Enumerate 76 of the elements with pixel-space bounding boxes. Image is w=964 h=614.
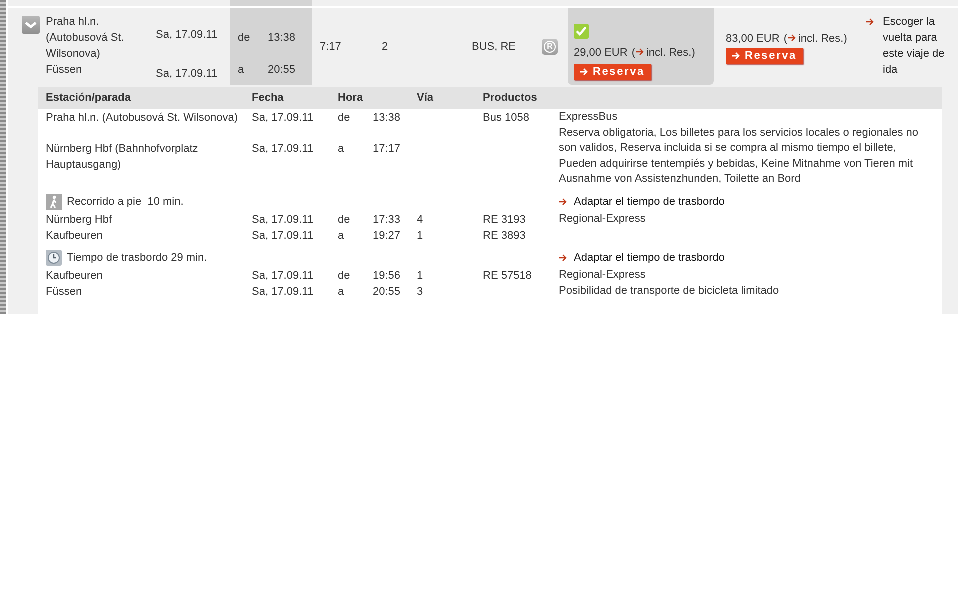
products-text: BUS, RE: [472, 40, 518, 54]
track-number: 3: [417, 284, 424, 300]
station-name: Kaufbeuren: [46, 268, 104, 284]
date-text: Sa, 17.09.11: [252, 268, 315, 284]
time-text: 20:55: [373, 284, 402, 300]
duration-text: 7:17: [319, 40, 342, 54]
station-name: Nürnberg Hbf (Bahnhofvorplatz Hauptausgang): [46, 142, 200, 173]
station-name: Kaufbeuren: [46, 228, 104, 244]
product-note: ExpressBus: [559, 110, 619, 125]
arrow-icon: [559, 198, 568, 206]
direction-text: a: [338, 142, 346, 157]
product-note: Regional-Express: [559, 268, 647, 283]
walking-person-icon: [46, 194, 62, 210]
collapse-toggle[interactable]: [22, 16, 40, 34]
return-trip-link[interactable]: Escoger la vuelta para este viaje de ida: [883, 14, 950, 78]
column-header: Vía: [417, 92, 435, 104]
station-name: Nürnberg Hbf: [46, 212, 114, 228]
direction-text: de: [338, 111, 352, 126]
direction-text: a: [338, 284, 346, 300]
fare-price: 29,00 EUR: [574, 47, 628, 59]
column-header: Hora: [338, 92, 364, 104]
date-text: Sa, 17.09.11: [252, 142, 315, 157]
station-name: Füssen: [46, 63, 84, 78]
time-text: 17:17: [373, 142, 402, 157]
fare-price: 83,00 EUR: [726, 32, 780, 44]
arrow-icon: [788, 34, 798, 42]
date-text: Sa, 17.09.11: [252, 212, 315, 228]
station-name: Praha hl.n. (Autobusová St. Wilsonova): [46, 15, 126, 62]
date-text: Sa, 17.09.11: [252, 228, 315, 244]
arrow-icon: [866, 18, 875, 26]
date-text: Sa, 17.09.11: [156, 66, 219, 82]
transfer-info-text: Tiempo de trasbordo 29 min.: [67, 250, 208, 266]
time-text: 13:38: [268, 31, 296, 46]
product-note: Reserva obligatoria, Los billetes para los servicios locales o regionales no son validos, Reserva incluida si se compra al mismo tiempo el billete, Pueden adquirirse tentempiés y bebidas, Keine Mitnahme von Tieren mit Ausnahme von Assistenzhunden, Toilette an Bord: [559, 126, 920, 188]
time-text: 20:55: [268, 63, 296, 78]
reservation-info-link[interactable]: ( incl. Res.): [632, 47, 696, 59]
date-text: Sa, 17.09.11: [252, 284, 315, 300]
train-number: RE 3893: [483, 228, 527, 244]
station-name: Füssen: [46, 284, 84, 300]
direction-text: a: [238, 63, 246, 78]
column-header: Productos: [483, 92, 538, 104]
reservation-icon: R: [542, 39, 558, 55]
arrow-icon: [559, 254, 568, 262]
reserve-button[interactable]: Reserva: [726, 48, 803, 64]
time-text: 13:38: [373, 111, 402, 126]
direction-text: de: [338, 268, 352, 284]
adjust-transfer-time-link[interactable]: Adaptar el tiempo de trasbordo: [574, 250, 726, 266]
track-number: 4: [417, 212, 424, 228]
changes-count: 2: [382, 40, 390, 54]
direction-text: de: [238, 31, 252, 46]
arrow-icon: [732, 52, 741, 60]
direction-text: de: [338, 212, 352, 228]
train-number: RE 57518: [483, 268, 533, 284]
station-name: Praha hl.n. (Autobusová St. Wilsonova): [46, 111, 239, 126]
date-text: Sa, 17.09.11: [156, 28, 219, 43]
date-text: Sa, 17.09.11: [252, 111, 315, 126]
column-header: Estación/parada: [46, 92, 132, 104]
track-number: 1: [417, 268, 424, 284]
arrow-icon: [580, 68, 589, 76]
column-header: Fecha: [252, 92, 285, 104]
train-number: RE 3193: [483, 212, 527, 228]
direction-text: a: [338, 228, 346, 244]
train-number: Bus 1058: [483, 111, 530, 126]
time-text: 19:56: [373, 268, 402, 284]
product-note: Regional-Express: [559, 212, 647, 227]
arrow-icon: [636, 48, 646, 56]
time-text: 19:27: [373, 228, 402, 244]
time-text: 17:33: [373, 212, 402, 228]
reservation-info-link[interactable]: ( incl. Res.): [784, 32, 848, 44]
adjust-transfer-time-link[interactable]: Adaptar el tiempo de trasbordo: [574, 194, 726, 210]
clock-icon: [46, 250, 62, 266]
reserve-button[interactable]: Reserva: [574, 64, 651, 80]
product-note: Posibilidad de transporte de bicicleta limitado: [559, 284, 780, 299]
track-number: 1: [417, 228, 424, 244]
transfer-info-text: Recorrido a pie 10 min.: [67, 194, 184, 210]
check-icon: [574, 24, 589, 39]
